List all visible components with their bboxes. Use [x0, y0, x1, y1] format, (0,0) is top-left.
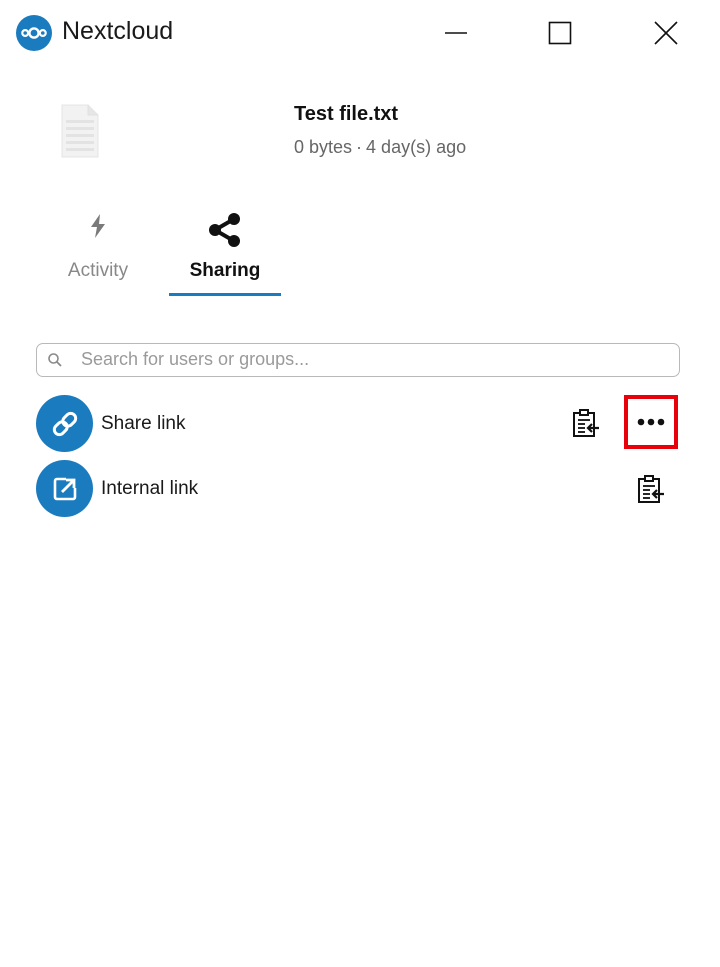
share-link-avatar — [36, 395, 93, 452]
copy-link-icon — [573, 409, 599, 437]
internal-link-avatar — [36, 460, 93, 517]
nextcloud-logo-icon — [16, 15, 52, 51]
active-tab-indicator — [169, 293, 281, 296]
file-size: 0 bytes — [294, 137, 353, 157]
close-button[interactable] — [647, 14, 685, 52]
tab-activity[interactable]: Activity — [58, 206, 138, 296]
share-link-row: Share link — [36, 395, 686, 453]
copy-link-icon — [638, 475, 664, 503]
maximize-button[interactable] — [541, 14, 579, 52]
minimize-button[interactable] — [437, 14, 475, 52]
more-options-button[interactable] — [624, 395, 678, 449]
internal-link-label: Internal link — [101, 478, 199, 499]
search-box — [36, 343, 680, 377]
tab-sharing[interactable]: Sharing — [169, 206, 281, 296]
file-details: 0 bytes · 4 day(s) ago — [294, 137, 466, 158]
app-title: Nextcloud — [62, 17, 174, 45]
copy-share-link-button[interactable] — [569, 406, 603, 440]
internal-link-row: Internal link — [36, 460, 686, 518]
more-options-icon — [637, 418, 665, 426]
minimize-icon — [445, 32, 467, 34]
search-icon — [47, 352, 63, 368]
copy-internal-link-button[interactable] — [634, 472, 668, 506]
link-icon — [52, 411, 77, 436]
title-bar: Nextcloud — [0, 0, 720, 66]
tab-activity-label: Activity — [67, 260, 129, 281]
share-icon — [207, 212, 243, 252]
maximize-icon — [548, 21, 572, 45]
search-input[interactable] — [81, 344, 671, 375]
text-file-icon — [60, 104, 100, 158]
share-link-label: Share link — [101, 413, 186, 434]
meta-separator: · — [356, 137, 363, 157]
lightning-icon — [88, 212, 108, 244]
file-name: Test file.txt — [294, 103, 399, 125]
file-modified: 4 day(s) ago — [366, 137, 467, 157]
tab-sharing-label: Sharing — [189, 260, 261, 281]
close-icon — [654, 21, 678, 45]
external-link-icon — [53, 475, 78, 500]
